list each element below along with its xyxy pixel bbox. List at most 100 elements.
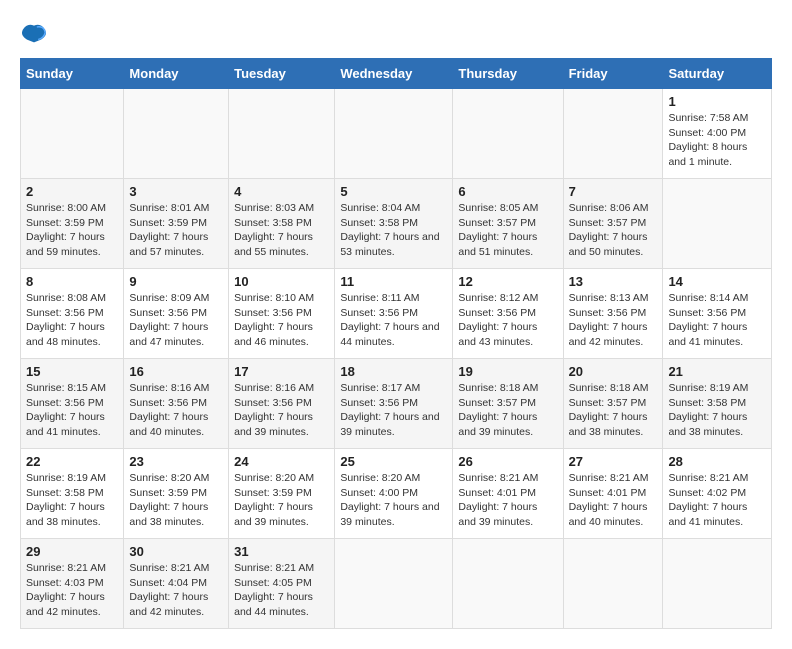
day-info: Sunrise: 8:09 AMSunset: 3:56 PMDaylight:… [129, 291, 223, 350]
calendar-cell: 30 Sunrise: 8:21 AMSunset: 4:04 PMDayligh… [124, 539, 229, 629]
day-info: Sunrise: 8:18 AMSunset: 3:57 PMDaylight:… [569, 381, 658, 440]
day-info: Sunrise: 8:20 AMSunset: 3:59 PMDaylight:… [129, 471, 223, 530]
day-number: 19 [458, 364, 557, 379]
day-number: 4 [234, 184, 329, 199]
calendar-cell: 11 Sunrise: 8:11 AMSunset: 3:56 PMDayligh… [335, 269, 453, 359]
calendar-week-3: 8Sunrise: 8:08 AMSunset: 3:56 PMDaylight… [21, 269, 772, 359]
calendar-cell: 7 Sunrise: 8:06 AMSunset: 3:57 PMDaylight… [563, 179, 663, 269]
calendar-cell [229, 89, 335, 179]
calendar-cell [21, 89, 124, 179]
calendar-cell: 13 Sunrise: 8:13 AMSunset: 3:56 PMDayligh… [563, 269, 663, 359]
weekday-header-monday: Monday [124, 59, 229, 89]
day-info: Sunrise: 8:17 AMSunset: 3:56 PMDaylight:… [340, 381, 447, 440]
day-info: Sunrise: 8:21 AMSunset: 4:01 PMDaylight:… [569, 471, 658, 530]
calendar-cell: 6Sunrise: 8:05 AMSunset: 3:57 PMDaylight… [453, 179, 563, 269]
calendar-table: SundayMondayTuesdayWednesdayThursdayFrid… [20, 58, 772, 629]
day-info: Sunrise: 8:18 AMSunset: 3:57 PMDaylight:… [458, 381, 557, 440]
day-info: Sunrise: 8:05 AMSunset: 3:57 PMDaylight:… [458, 201, 557, 260]
day-number: 29 [26, 544, 118, 559]
day-number: 23 [129, 454, 223, 469]
calendar-cell: 9 Sunrise: 8:09 AMSunset: 3:56 PMDaylight… [124, 269, 229, 359]
calendar-cell: 20 Sunrise: 8:18 AMSunset: 3:57 PMDayligh… [563, 359, 663, 449]
day-number: 20 [569, 364, 658, 379]
calendar-cell: 27Sunrise: 8:21 AMSunset: 4:01 PMDayligh… [563, 449, 663, 539]
calendar-cell: 1 Sunrise: 7:58 AMSunset: 4:00 PMDaylight… [663, 89, 772, 179]
weekday-header-wednesday: Wednesday [335, 59, 453, 89]
weekday-header-row: SundayMondayTuesdayWednesdayThursdayFrid… [21, 59, 772, 89]
day-info: Sunrise: 8:08 AMSunset: 3:56 PMDaylight:… [26, 291, 118, 350]
calendar-cell [663, 539, 772, 629]
calendar-cell: 21Sunrise: 8:19 AMSunset: 3:58 PMDayligh… [663, 359, 772, 449]
calendar-week-6: 29Sunrise: 8:21 AMSunset: 4:03 PMDayligh… [21, 539, 772, 629]
day-info: Sunrise: 8:21 AMSunset: 4:02 PMDaylight:… [668, 471, 766, 530]
calendar-week-5: 22 Sunrise: 8:19 AMSunset: 3:58 PMDayligh… [21, 449, 772, 539]
weekday-header-thursday: Thursday [453, 59, 563, 89]
day-info: Sunrise: 7:58 AMSunset: 4:00 PMDaylight:… [668, 111, 766, 170]
day-info: Sunrise: 8:10 AMSunset: 3:56 PMDaylight:… [234, 291, 329, 350]
page-header [20, 20, 772, 48]
calendar-cell: 5Sunrise: 8:04 AMSunset: 3:58 PMDaylight… [335, 179, 453, 269]
day-info: Sunrise: 8:01 AMSunset: 3:59 PMDaylight:… [129, 201, 223, 260]
calendar-cell: 25Sunrise: 8:20 AMSunset: 4:00 PMDayligh… [335, 449, 453, 539]
calendar-cell: 16Sunrise: 8:16 AMSunset: 3:56 PMDayligh… [124, 359, 229, 449]
calendar-cell: 10 Sunrise: 8:10 AMSunset: 3:56 PMDayligh… [229, 269, 335, 359]
day-info: Sunrise: 8:12 AMSunset: 3:56 PMDaylight:… [458, 291, 557, 350]
calendar-cell: 4 Sunrise: 8:03 AMSunset: 3:58 PMDaylight… [229, 179, 335, 269]
calendar-cell: 15 Sunrise: 8:15 AMSunset: 3:56 PMDayligh… [21, 359, 124, 449]
day-info: Sunrise: 8:20 AMSunset: 3:59 PMDaylight:… [234, 471, 329, 530]
day-info: Sunrise: 8:00 AMSunset: 3:59 PMDaylight:… [26, 201, 118, 260]
day-info: Sunrise: 8:19 AMSunset: 3:58 PMDaylight:… [668, 381, 766, 440]
calendar-cell: 17Sunrise: 8:16 AMSunset: 3:56 PMDayligh… [229, 359, 335, 449]
day-info: Sunrise: 8:11 AMSunset: 3:56 PMDaylight:… [340, 291, 447, 350]
calendar-cell: 19 Sunrise: 8:18 AMSunset: 3:57 PMDayligh… [453, 359, 563, 449]
day-info: Sunrise: 8:03 AMSunset: 3:58 PMDaylight:… [234, 201, 329, 260]
calendar-header: SundayMondayTuesdayWednesdayThursdayFrid… [21, 59, 772, 89]
day-number: 3 [129, 184, 223, 199]
day-number: 5 [340, 184, 447, 199]
calendar-cell: 31 Sunrise: 8:21 AMSunset: 4:05 PMDayligh… [229, 539, 335, 629]
calendar-cell: 14 Sunrise: 8:14 AMSunset: 3:56 PMDayligh… [663, 269, 772, 359]
day-number: 2 [26, 184, 118, 199]
calendar-cell: 12Sunrise: 8:12 AMSunset: 3:56 PMDayligh… [453, 269, 563, 359]
day-info: Sunrise: 8:21 AMSunset: 4:05 PMDaylight:… [234, 561, 329, 620]
calendar-cell [453, 539, 563, 629]
calendar-cell: 23 Sunrise: 8:20 AMSunset: 3:59 PMDayligh… [124, 449, 229, 539]
day-number: 1 [668, 94, 766, 109]
weekday-header-sunday: Sunday [21, 59, 124, 89]
calendar-cell [563, 89, 663, 179]
calendar-cell: 28 Sunrise: 8:21 AMSunset: 4:02 PMDayligh… [663, 449, 772, 539]
day-number: 14 [668, 274, 766, 289]
calendar-week-2: 2 Sunrise: 8:00 AMSunset: 3:59 PMDaylight… [21, 179, 772, 269]
day-number: 24 [234, 454, 329, 469]
calendar-cell [663, 179, 772, 269]
day-info: Sunrise: 8:14 AMSunset: 3:56 PMDaylight:… [668, 291, 766, 350]
calendar-week-1: 1 Sunrise: 7:58 AMSunset: 4:00 PMDaylight… [21, 89, 772, 179]
day-info: Sunrise: 8:19 AMSunset: 3:58 PMDaylight:… [26, 471, 118, 530]
calendar-body: 1 Sunrise: 7:58 AMSunset: 4:00 PMDaylight… [21, 89, 772, 629]
day-number: 15 [26, 364, 118, 379]
calendar-cell [563, 539, 663, 629]
day-number: 28 [668, 454, 766, 469]
day-number: 22 [26, 454, 118, 469]
day-number: 7 [569, 184, 658, 199]
day-info: Sunrise: 8:21 AMSunset: 4:04 PMDaylight:… [129, 561, 223, 620]
logo [20, 20, 52, 48]
day-info: Sunrise: 8:16 AMSunset: 3:56 PMDaylight:… [234, 381, 329, 440]
calendar-cell [335, 89, 453, 179]
day-number: 30 [129, 544, 223, 559]
day-number: 31 [234, 544, 329, 559]
calendar-week-4: 15 Sunrise: 8:15 AMSunset: 3:56 PMDayligh… [21, 359, 772, 449]
calendar-cell [124, 89, 229, 179]
day-number: 11 [340, 274, 447, 289]
day-number: 13 [569, 274, 658, 289]
weekday-header-friday: Friday [563, 59, 663, 89]
day-info: Sunrise: 8:06 AMSunset: 3:57 PMDaylight:… [569, 201, 658, 260]
day-info: Sunrise: 8:13 AMSunset: 3:56 PMDaylight:… [569, 291, 658, 350]
day-info: Sunrise: 8:15 AMSunset: 3:56 PMDaylight:… [26, 381, 118, 440]
day-number: 10 [234, 274, 329, 289]
day-number: 25 [340, 454, 447, 469]
day-number: 9 [129, 274, 223, 289]
weekday-header-tuesday: Tuesday [229, 59, 335, 89]
day-number: 26 [458, 454, 557, 469]
calendar-cell: 18Sunrise: 8:17 AMSunset: 3:56 PMDayligh… [335, 359, 453, 449]
